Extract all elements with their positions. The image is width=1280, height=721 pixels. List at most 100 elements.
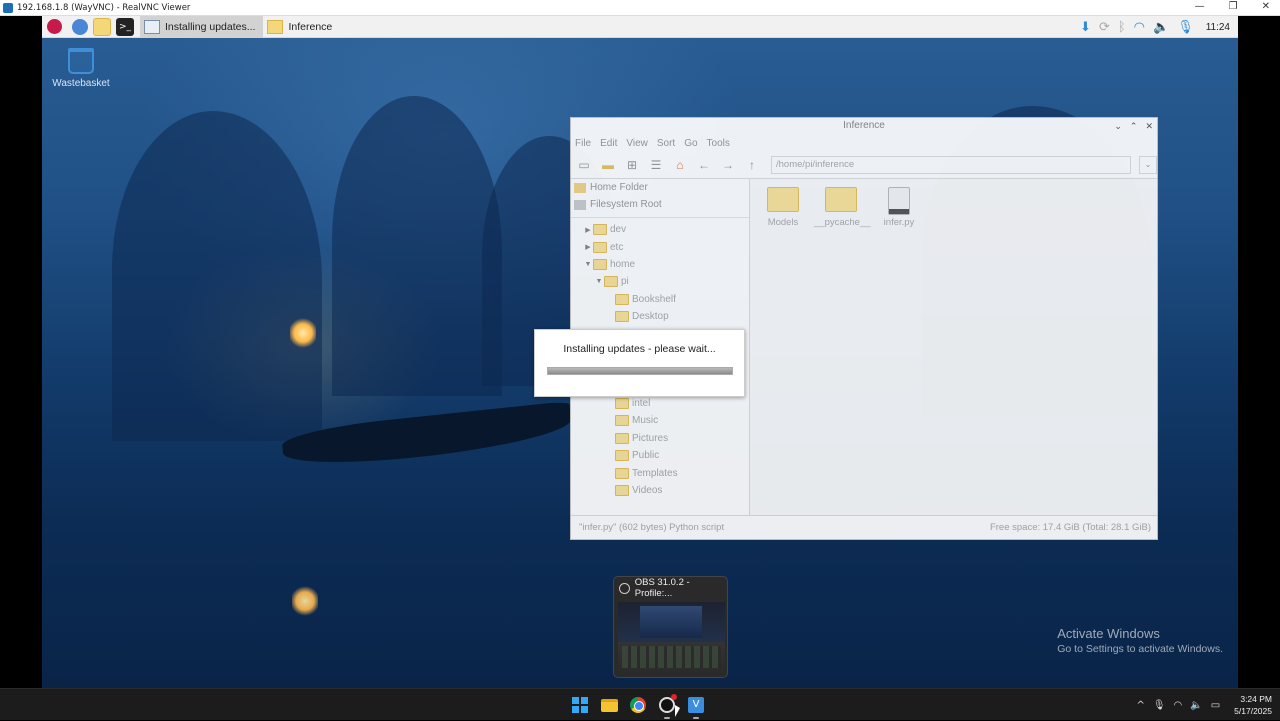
up-arrow-icon[interactable]: ↑ <box>743 157 761 173</box>
folder-icon <box>615 415 629 427</box>
tree-node[interactable]: ▶ etc <box>571 238 749 255</box>
place-home-folder[interactable]: Home Folder <box>571 179 749 196</box>
path-input[interactable]: /home/pi/inference <box>771 156 1131 174</box>
selection-status: "infer.py" (602 bytes) Python script <box>579 522 725 533</box>
task-inference[interactable]: Inference <box>263 16 340 38</box>
fm-minimize-icon[interactable]: ⌄ <box>1114 118 1122 134</box>
taskbar-chrome[interactable] <box>628 693 648 717</box>
expander-arrow-icon[interactable]: ▶ <box>583 226 593 234</box>
tree-node[interactable]: ▼ pi <box>571 273 749 290</box>
folder-icon <box>604 276 618 288</box>
tree-node[interactable]: intel <box>571 395 749 412</box>
tree-node[interactable]: Bookshelf <box>571 291 749 308</box>
update-download-icon[interactable]: ⬇ <box>1080 20 1091 35</box>
vnc-window-title: 192.168.1.8 (WayVNC) - RealVNC Viewer <box>17 2 191 13</box>
place-label: Filesystem Root <box>590 199 662 210</box>
tree-node-label: dev <box>610 224 627 236</box>
volume-icon[interactable]: 🔈 <box>1153 20 1169 35</box>
obs-preview-title: OBS 31.0.2 - Profile:... <box>634 577 690 599</box>
icon-view-icon[interactable]: ⊞ <box>623 157 641 173</box>
obs-preview-mixer <box>622 646 721 668</box>
battery-icon[interactable]: ▭ <box>1211 700 1220 711</box>
pi-clock[interactable]: 11:24 <box>1206 22 1230 33</box>
forward-arrow-icon[interactable]: → <box>719 157 737 173</box>
realvnc-icon: V <box>688 697 704 713</box>
home-icon[interactable]: ⌂ <box>671 157 689 173</box>
fm-maximize-icon[interactable]: ⌃ <box>1130 118 1138 134</box>
restore-button[interactable]: ❐ <box>1229 0 1238 14</box>
tree-node-label: intel <box>632 398 651 410</box>
bluetooth-icon[interactable]: ᛒ <box>1118 20 1126 35</box>
wifi-icon[interactable]: ◠ <box>1174 700 1183 711</box>
tree-node[interactable]: Desktop <box>571 308 749 325</box>
menu-sort[interactable]: Sort <box>657 138 675 149</box>
menu-edit[interactable]: Edit <box>600 138 617 149</box>
show-hidden-icons-chevron-icon[interactable]: ^ <box>1136 700 1144 711</box>
web-browser-icon[interactable] <box>72 18 88 35</box>
tree-node-label: Music <box>632 415 659 427</box>
drive-icon <box>574 199 586 210</box>
tree-node-label: etc <box>610 241 624 253</box>
file-manager-icon[interactable] <box>93 17 111 36</box>
recording-indicator-icon <box>671 694 677 700</box>
tree-node[interactable]: Music <box>571 412 749 429</box>
place-filesystem-root[interactable]: Filesystem Root <box>571 196 749 213</box>
tree-node[interactable]: ▼ home <box>571 256 749 273</box>
file-list-pane[interactable]: Models __pycache__ infer.py <box>750 179 1157 515</box>
minimize-button[interactable]: — <box>1195 0 1205 14</box>
taskbar-obs[interactable] <box>657 693 677 719</box>
new-window-icon[interactable]: ▭ <box>575 157 593 173</box>
tree-node[interactable]: ▶ dev <box>571 221 749 238</box>
wastebasket-desktop-icon[interactable]: Wastebasket <box>50 48 112 89</box>
running-indicator <box>664 717 670 719</box>
file-manager-titlebar[interactable]: Inference ⌄ ⌃ ✕ <box>571 118 1157 134</box>
expander-arrow-icon[interactable]: ▼ <box>594 278 604 285</box>
path-dropdown-icon[interactable]: ⌄ <box>1139 156 1157 174</box>
windows-clock[interactable]: 3:24 PM 5/17/2025 <box>1234 693 1272 717</box>
tree-node[interactable]: Templates <box>571 464 749 481</box>
tree-node-label: Pictures <box>632 432 669 444</box>
tree-node[interactable]: Public <box>571 447 749 464</box>
microphone-icon[interactable]: 🎙 <box>1153 700 1166 711</box>
back-arrow-icon[interactable]: ← <box>695 157 713 173</box>
lantern-reflection-icon <box>292 586 318 616</box>
wallpaper-boat <box>280 400 574 472</box>
tree-node[interactable]: Videos <box>571 482 749 499</box>
windows-system-tray: ^ 🎙 ◠ 🔈 ▭ 3:24 PM 5/17/2025 <box>1136 689 1272 721</box>
taskbar-file-explorer[interactable] <box>599 693 619 717</box>
chrome-icon <box>630 697 646 713</box>
terminal-icon[interactable]: >_ <box>116 17 134 36</box>
remote-desktop[interactable]: >_ Installing updates... Inference ⬇ ⟳ ᛒ… <box>42 16 1238 688</box>
expander-arrow-icon[interactable]: ▼ <box>583 261 593 268</box>
obs-window-preview[interactable]: OBS 31.0.2 - Profile:... <box>613 576 728 678</box>
fm-close-icon[interactable]: ✕ <box>1145 118 1153 134</box>
new-folder-icon[interactable]: ▬ <box>599 157 617 173</box>
menu-file[interactable]: File <box>575 138 591 149</box>
microphone-icon[interactable]: 🎙 <box>1177 20 1194 35</box>
close-button[interactable]: ✕ <box>1262 0 1270 14</box>
folder-icon <box>267 19 284 34</box>
menu-tools[interactable]: Tools <box>707 138 730 149</box>
file-item-infer-py[interactable]: infer.py <box>872 187 926 228</box>
tree-divider <box>571 213 749 218</box>
raspberry-menu-icon[interactable] <box>47 19 62 34</box>
sync-icon[interactable]: ⟳ <box>1099 20 1110 35</box>
menu-go[interactable]: Go <box>684 138 697 149</box>
list-view-icon[interactable]: ☰ <box>647 157 665 173</box>
menu-view[interactable]: View <box>626 138 648 149</box>
wifi-icon[interactable]: ◠ <box>1134 20 1145 35</box>
lantern-icon <box>290 318 316 348</box>
windows-taskbar: V ^ 🎙 ◠ 🔈 ▭ 3:24 PM 5/17/2025 <box>0 688 1280 720</box>
task-label: Inference <box>288 20 333 33</box>
file-manager-statusbar: "infer.py" (602 bytes) Python script Fre… <box>571 515 1157 539</box>
folder-icon <box>825 187 857 212</box>
file-item-pycache[interactable]: __pycache__ <box>814 187 871 228</box>
folder-icon <box>593 258 607 270</box>
expander-arrow-icon[interactable]: ▶ <box>583 243 593 251</box>
task-installing-updates[interactable]: Installing updates... <box>140 16 264 38</box>
volume-icon[interactable]: 🔈 <box>1190 700 1202 711</box>
file-item-models[interactable]: Models <box>756 187 810 228</box>
taskbar-realvnc[interactable]: V <box>686 693 706 719</box>
tree-node[interactable]: Pictures <box>571 430 749 447</box>
start-button[interactable] <box>570 693 590 717</box>
